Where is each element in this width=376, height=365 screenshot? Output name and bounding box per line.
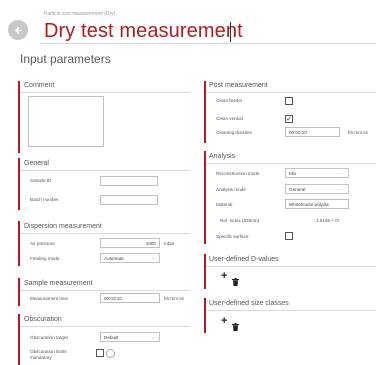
general-title: General bbox=[24, 160, 49, 167]
obscuration-target-value: Default bbox=[104, 335, 119, 340]
ref-index-value: 1.5165 + 0i bbox=[316, 218, 339, 223]
comment-divider bbox=[20, 92, 190, 93]
reconstruction-mode-select[interactable]: Mix ⌄ bbox=[285, 168, 349, 178]
analysis-divider bbox=[206, 163, 376, 164]
material-label: Material bbox=[216, 202, 233, 207]
obscuration-limits-toggle[interactable] bbox=[96, 349, 115, 358]
analysis-mode-select[interactable]: General ⌄ bbox=[285, 184, 349, 194]
chevron-down-icon: ⌄ bbox=[340, 170, 344, 175]
dispersion-divider bbox=[20, 233, 190, 234]
feeding-mode-value: Automatic bbox=[104, 256, 125, 261]
obscuration-target-select[interactable]: Default ⌄ bbox=[100, 332, 160, 342]
clean-venturi-label: Clean venturi bbox=[216, 116, 244, 121]
section-title: Input parameters bbox=[20, 52, 111, 66]
sample-measurement-title: Sample measurement bbox=[24, 280, 93, 287]
specific-surface-label: Specific surface bbox=[216, 234, 249, 239]
air-pressure-label: Air pressure bbox=[30, 241, 55, 246]
comment-textarea[interactable] bbox=[28, 96, 104, 147]
obscuration-title: Obscuration bbox=[24, 316, 62, 323]
cleaning-duration-label: Cleaning duration bbox=[216, 130, 253, 135]
post-measurement-divider bbox=[206, 92, 376, 93]
clean-feeder-label: Clean feeder bbox=[216, 98, 243, 103]
page-subtitle: Particle size measurement (Dry) bbox=[44, 11, 116, 17]
obscuration-limits-label: Obscuration limits mandatory bbox=[30, 349, 67, 360]
measurement-time-unit: hh:mm:ss bbox=[164, 296, 184, 301]
air-pressure-unit: mbar bbox=[164, 241, 175, 246]
feeding-mode-select[interactable]: Automatic ⌄ bbox=[100, 253, 160, 263]
air-pressure-input[interactable]: 1000 bbox=[100, 238, 160, 248]
obscuration-limits-checkbox[interactable] bbox=[96, 349, 104, 357]
sizeclasses-title: User-defined size classes bbox=[209, 300, 289, 307]
dispersion-title: Dispersion measurement bbox=[24, 223, 102, 230]
analysis-title: Analysis bbox=[209, 153, 236, 160]
sample-measurement-divider bbox=[20, 290, 190, 291]
analysis-mode-value: General bbox=[289, 187, 306, 192]
batch-number-label: Batch number bbox=[30, 197, 59, 202]
reconstruction-mode-value: Mix bbox=[289, 171, 297, 176]
measurement-title[interactable]: Dry test measurement bbox=[44, 20, 243, 43]
analysis-panel bbox=[204, 151, 376, 244]
add-dvalue-button[interactable]: + bbox=[221, 270, 227, 282]
dvalues-title: User-defined D-values bbox=[209, 256, 279, 263]
post-measurement-title: Post measurement bbox=[209, 82, 268, 89]
reconstruction-mode-label: Reconstruction mode bbox=[216, 171, 260, 176]
cleaning-duration-unit: hh:mm:ss bbox=[348, 130, 368, 135]
obscuration-target-label: Obscuration target bbox=[30, 335, 68, 340]
specific-surface-checkbox[interactable] bbox=[285, 232, 293, 240]
dvalues-divider bbox=[206, 266, 376, 267]
chevron-down-icon: ⌄ bbox=[151, 255, 155, 260]
sample-id-label: Sample ID bbox=[30, 178, 52, 183]
ref-index-label: Ref. index (830nm) bbox=[220, 218, 260, 223]
chevron-down-icon: ⌄ bbox=[340, 186, 344, 191]
batch-number-input[interactable] bbox=[100, 195, 158, 205]
tristate-circle-icon bbox=[106, 349, 115, 358]
delete-dvalue-button[interactable] bbox=[232, 273, 239, 286]
material-input[interactable]: Whitehouse polydis bbox=[285, 199, 349, 209]
measurement-time-label: Measurement time bbox=[30, 296, 69, 301]
comment-title: Comment bbox=[24, 82, 55, 89]
clean-feeder-checkbox[interactable] bbox=[285, 97, 293, 105]
sizeclasses-divider bbox=[206, 310, 376, 311]
back-arrow-icon bbox=[14, 26, 22, 34]
add-size-class-button[interactable]: + bbox=[221, 315, 227, 327]
delete-size-class-button[interactable] bbox=[232, 318, 239, 331]
chevron-down-icon: ⌄ bbox=[151, 334, 155, 339]
trash-icon bbox=[232, 323, 239, 331]
text-caret bbox=[230, 22, 231, 42]
measurement-time-input[interactable]: 00:03:10 bbox=[100, 293, 160, 303]
clean-venturi-checkbox[interactable]: ✓ bbox=[285, 115, 293, 123]
analysis-mode-label: Analysis mode bbox=[216, 187, 246, 192]
trash-icon bbox=[232, 278, 239, 286]
sample-id-input[interactable] bbox=[100, 176, 158, 186]
cleaning-duration-input[interactable]: 00:00:10 bbox=[285, 127, 340, 137]
general-divider bbox=[20, 170, 190, 171]
back-button[interactable] bbox=[8, 20, 28, 40]
obscuration-divider bbox=[20, 326, 190, 327]
feeding-mode-label: Feeding mode bbox=[30, 256, 60, 261]
